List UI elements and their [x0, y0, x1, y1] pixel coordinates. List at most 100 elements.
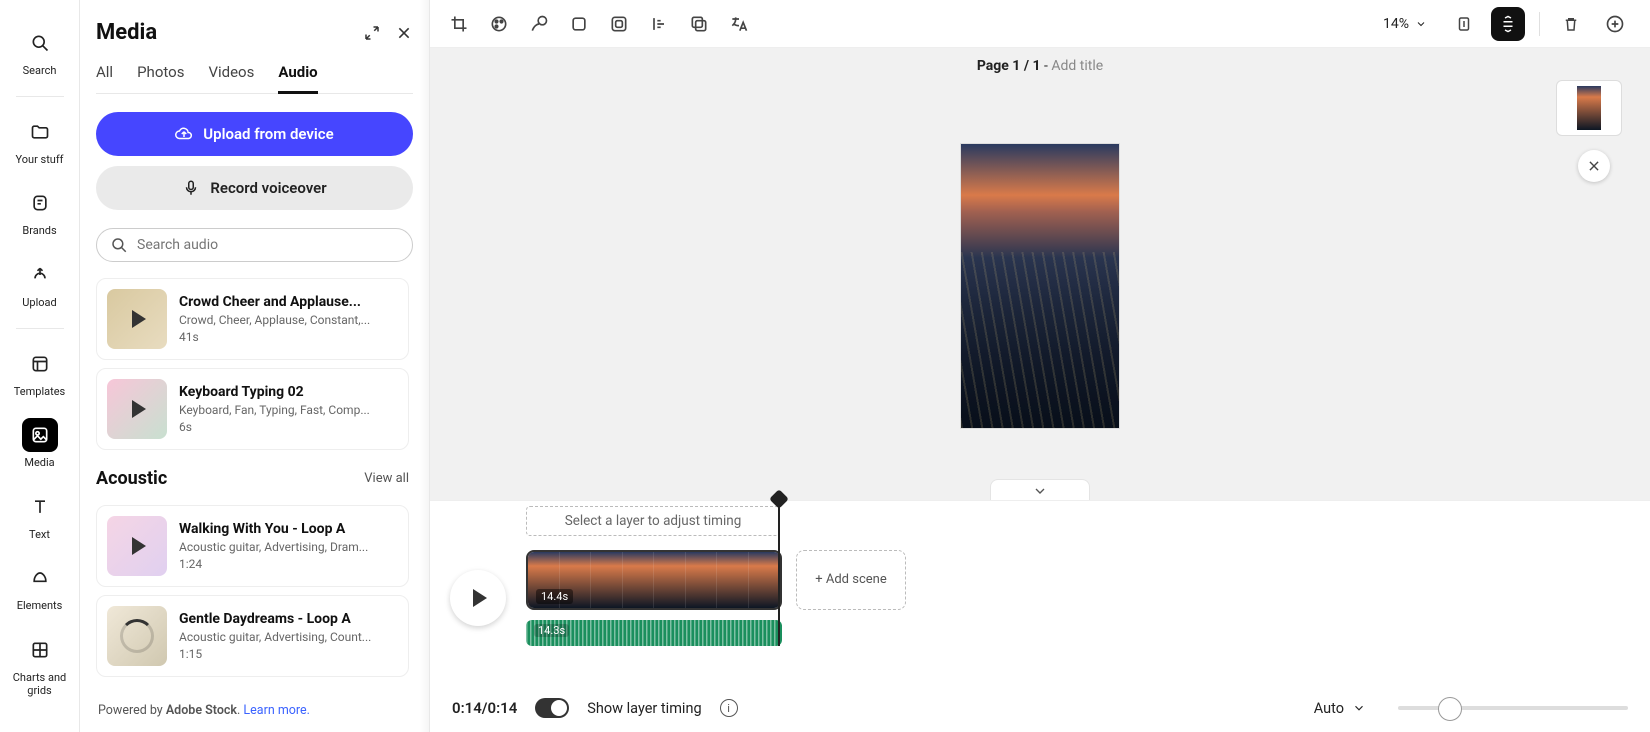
- rail-label: Media: [24, 457, 54, 470]
- audio-thumb[interactable]: [107, 379, 167, 439]
- media-tabs: All Photos Videos Audio: [96, 63, 413, 94]
- expand-timeline-icon[interactable]: [1491, 7, 1525, 41]
- audio-thumb[interactable]: [107, 606, 167, 666]
- audio-item[interactable]: Crowd Cheer and Applause... Crowd, Cheer…: [96, 278, 409, 360]
- top-toolbar: 14%: [430, 0, 1650, 48]
- zoom-dropdown[interactable]: 14%: [1383, 16, 1437, 32]
- delete-icon[interactable]: [1554, 7, 1588, 41]
- section-header: Acoustic View all: [96, 468, 409, 489]
- page-thumbnail[interactable]: [1556, 80, 1622, 136]
- video-clip-duration: 14.4s: [536, 589, 573, 604]
- time-readout: 0:14/0:14: [452, 699, 517, 717]
- audio-clip[interactable]: 14.3s: [526, 620, 782, 646]
- audio-item[interactable]: Walking With You - Loop A Acoustic guita…: [96, 505, 409, 587]
- animation-icon[interactable]: [528, 13, 550, 35]
- rail-search[interactable]: Search: [6, 18, 74, 86]
- canvas-body[interactable]: Page 1 / 1 - Add title: [430, 48, 1650, 500]
- rail-charts-grids[interactable]: Charts and grids: [6, 625, 74, 705]
- view-all-link[interactable]: View all: [364, 471, 409, 486]
- rail-elements[interactable]: Elements: [6, 553, 74, 621]
- play-icon: [132, 310, 146, 328]
- audio-title: Keyboard Typing 02: [179, 384, 398, 400]
- chevron-down-icon: [1415, 18, 1427, 30]
- video-clip[interactable]: 14.4s: [526, 550, 782, 610]
- upload-button-label: Upload from device: [203, 125, 333, 143]
- text-icon: [22, 490, 58, 524]
- chevron-down-icon: [1352, 701, 1366, 715]
- page-indicator[interactable]: Page 1 / 1 - Add title: [977, 58, 1103, 74]
- charts-icon: [22, 633, 58, 667]
- section-title: Acoustic: [96, 468, 167, 489]
- mic-icon: [182, 179, 200, 197]
- align-icon[interactable]: [648, 13, 670, 35]
- tab-videos[interactable]: Videos: [208, 63, 254, 93]
- learn-more-link[interactable]: Learn more.: [243, 703, 310, 718]
- rail-separator: [16, 96, 64, 97]
- frame-icon[interactable]: [608, 13, 630, 35]
- tab-audio[interactable]: Audio: [278, 63, 317, 94]
- rail-label: Templates: [14, 386, 65, 399]
- audio-item[interactable]: Keyboard Typing 02 Keyboard, Fan, Typing…: [96, 368, 409, 450]
- rail-your-stuff[interactable]: Your stuff: [6, 107, 74, 175]
- timeline-panel: Select a layer to adjust timing 14.4s + …: [430, 500, 1650, 732]
- zoom-value: 14%: [1383, 16, 1409, 32]
- playhead[interactable]: [778, 500, 780, 646]
- translate-icon[interactable]: [728, 13, 750, 35]
- zoom-mode-dropdown[interactable]: Auto: [1314, 700, 1366, 717]
- crop-icon[interactable]: [448, 13, 470, 35]
- color-picker-icon[interactable]: [488, 13, 510, 35]
- rail-upload[interactable]: Upload: [6, 250, 74, 318]
- canvas-area: 14% Page 1 / 1 - Add title Select a laye…: [430, 0, 1650, 732]
- play-button[interactable]: [450, 570, 506, 626]
- mask-square-icon[interactable]: [568, 13, 590, 35]
- audio-thumb[interactable]: [107, 289, 167, 349]
- search-input[interactable]: [96, 228, 413, 262]
- duplicate-icon[interactable]: [688, 13, 710, 35]
- add-title-placeholder[interactable]: Add title: [1051, 58, 1103, 74]
- search-icon: [22, 26, 58, 60]
- rail-label: Your stuff: [15, 154, 63, 167]
- collapse-timeline-tab[interactable]: [990, 479, 1090, 500]
- layer-timing-toggle[interactable]: [535, 698, 569, 718]
- canvas-artboard[interactable]: [960, 143, 1120, 429]
- rail-brands[interactable]: Brands: [6, 178, 74, 246]
- search-audio-box: [96, 228, 413, 262]
- panel-title: Media: [96, 20, 157, 45]
- rail-media[interactable]: Media: [6, 410, 74, 478]
- audio-duration: 6s: [179, 420, 398, 434]
- rail-label: Search: [23, 65, 57, 78]
- audio-title: Crowd Cheer and Applause...: [179, 294, 398, 310]
- rail-label: Upload: [22, 297, 56, 310]
- rail-text[interactable]: Text: [6, 482, 74, 550]
- info-icon[interactable]: i: [720, 699, 738, 717]
- audio-thumb[interactable]: [107, 516, 167, 576]
- media-panel: Media All Photos Videos Audio Upload fro…: [80, 0, 430, 732]
- audio-duration: 1:24: [179, 557, 398, 571]
- folder-icon: [22, 115, 58, 149]
- templates-icon: [22, 347, 58, 381]
- rail-templates[interactable]: Templates: [6, 339, 74, 407]
- expand-icon[interactable]: [363, 24, 381, 42]
- audio-duration: 1:15: [179, 647, 398, 661]
- tab-all[interactable]: All: [96, 63, 113, 93]
- add-page-icon[interactable]: [1598, 7, 1632, 41]
- media-header: Media: [96, 20, 413, 45]
- upload-button[interactable]: Upload from device: [96, 112, 413, 156]
- timeline-zoom-slider[interactable]: [1398, 706, 1628, 710]
- rail-label: Text: [29, 529, 50, 542]
- close-icon[interactable]: [395, 24, 413, 42]
- audio-tags: Acoustic guitar, Advertising, Dram...: [179, 540, 398, 554]
- loading-spinner-icon: [120, 619, 154, 653]
- audio-item[interactable]: Gentle Daydreams - Loop A Acoustic guita…: [96, 595, 409, 677]
- tab-photos[interactable]: Photos: [137, 63, 184, 93]
- record-voiceover-button[interactable]: Record voiceover: [96, 166, 413, 210]
- search-icon: [110, 236, 128, 254]
- play-icon: [132, 537, 146, 555]
- footer-brand: Adobe Stock: [166, 703, 237, 718]
- close-thumbnails-button[interactable]: [1578, 150, 1610, 182]
- fit-page-icon[interactable]: [1447, 7, 1481, 41]
- toolbar-separator: [1539, 12, 1540, 36]
- add-scene-button[interactable]: + Add scene: [796, 550, 906, 610]
- brands-icon: [22, 186, 58, 220]
- stock-footer: Powered by Adobe Stock. Learn more.: [96, 693, 413, 722]
